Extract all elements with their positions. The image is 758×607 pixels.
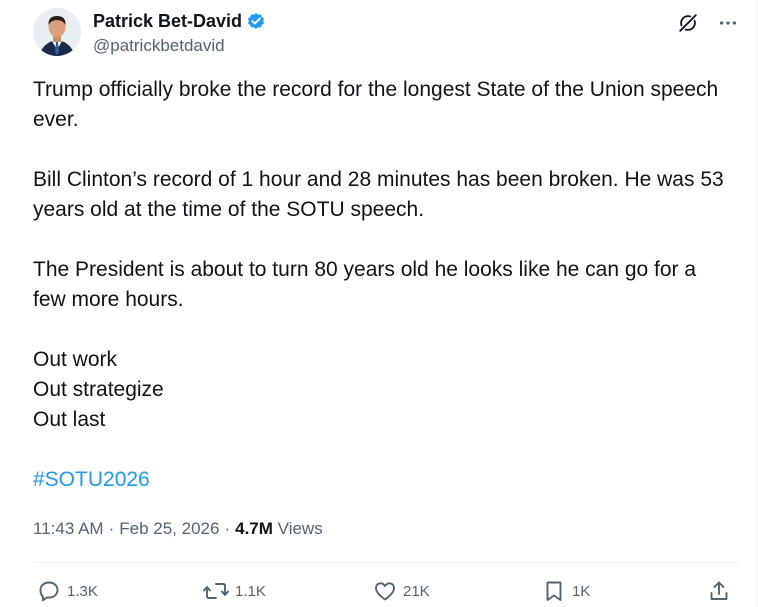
views-count: 4.7M (235, 519, 273, 538)
tweet-time[interactable]: 11:43 AM (33, 518, 104, 540)
hashtag-link[interactable]: #SOTU2026 (33, 468, 150, 491)
author-handle[interactable]: @patrickbetdavid (93, 36, 225, 56)
reply-icon (37, 579, 61, 603)
repost-count: 1.1K (235, 582, 266, 600)
reply-button[interactable]: 1.3K (37, 579, 98, 603)
meta-separator: · (224, 519, 231, 538)
tweet-metadata: 11:43 AM · Feb 25, 2026 · 4.7M Views (33, 518, 323, 540)
tweet-card: Patrick Bet-David @patrickbetdavid Trump… (0, 0, 758, 607)
divider (33, 562, 739, 563)
tweet-paragraph: Trump officially broke the record for th… (33, 78, 719, 131)
verified-badge-icon[interactable] (246, 11, 266, 31)
tweet-line: Out last (33, 408, 106, 431)
avatar-image (33, 8, 81, 56)
share-button[interactable] (707, 579, 731, 603)
tweet-body: Trump officially broke the record for th… (33, 75, 733, 495)
views-label: Views (277, 519, 323, 538)
author-name-row: Patrick Bet-David (93, 10, 266, 32)
bookmark-count: 1K (572, 582, 591, 600)
header-actions (675, 10, 741, 36)
bookmark-icon (542, 579, 566, 603)
like-count: 21K (403, 582, 430, 600)
more-icon[interactable] (715, 10, 741, 36)
tweet-line: Out strategize (33, 378, 164, 401)
tweet-paragraph: Bill Clinton’s record of 1 hour and 28 m… (33, 168, 724, 221)
tweet-line: Out work (33, 348, 118, 371)
avatar[interactable] (33, 8, 81, 56)
like-button[interactable]: 21K (373, 579, 430, 603)
repost-button[interactable]: 1.1K (203, 579, 266, 603)
bookmark-button[interactable]: 1K (542, 579, 590, 603)
reply-count: 1.3K (67, 582, 98, 600)
heart-icon (373, 579, 397, 603)
tweet-date[interactable]: Feb 25, 2026 (119, 518, 219, 540)
grok-icon[interactable] (675, 10, 701, 36)
action-bar: 1.3K 1.1K 21K 1K (37, 579, 737, 607)
share-icon (707, 579, 731, 603)
meta-separator: · (108, 519, 115, 538)
author-display-name[interactable]: Patrick Bet-David (93, 10, 242, 32)
tweet-paragraph: The President is about to turn 80 years … (33, 258, 697, 311)
repost-icon (203, 579, 229, 603)
